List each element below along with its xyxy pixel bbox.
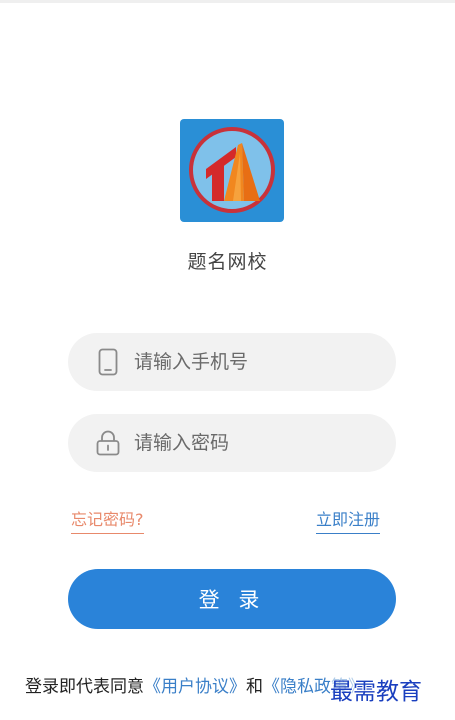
agreement-prefix: 登录即代表同意 xyxy=(25,677,144,697)
agreement-text: 登录即代表同意《用户协议》和《隐私政策》 xyxy=(25,672,365,697)
app-name: 题名网校 xyxy=(187,251,268,273)
watermark: 最需教育 xyxy=(330,672,422,706)
phone-field[interactable] xyxy=(68,333,396,391)
password-input[interactable] xyxy=(134,423,374,463)
status-bar-divider xyxy=(0,0,455,3)
lock-icon xyxy=(96,428,120,458)
app-logo-icon xyxy=(180,119,284,222)
login-button[interactable]: 登 录 xyxy=(68,569,396,629)
password-field[interactable] xyxy=(68,414,396,472)
user-agreement-link[interactable]: 《用户协议》 xyxy=(144,677,246,697)
forgot-password-link[interactable]: 忘记密码? xyxy=(71,506,144,534)
phone-input[interactable] xyxy=(134,342,374,382)
register-link[interactable]: 立即注册 xyxy=(316,506,381,534)
agreement-conjunction: 和 xyxy=(246,677,263,697)
phone-icon xyxy=(96,347,120,377)
